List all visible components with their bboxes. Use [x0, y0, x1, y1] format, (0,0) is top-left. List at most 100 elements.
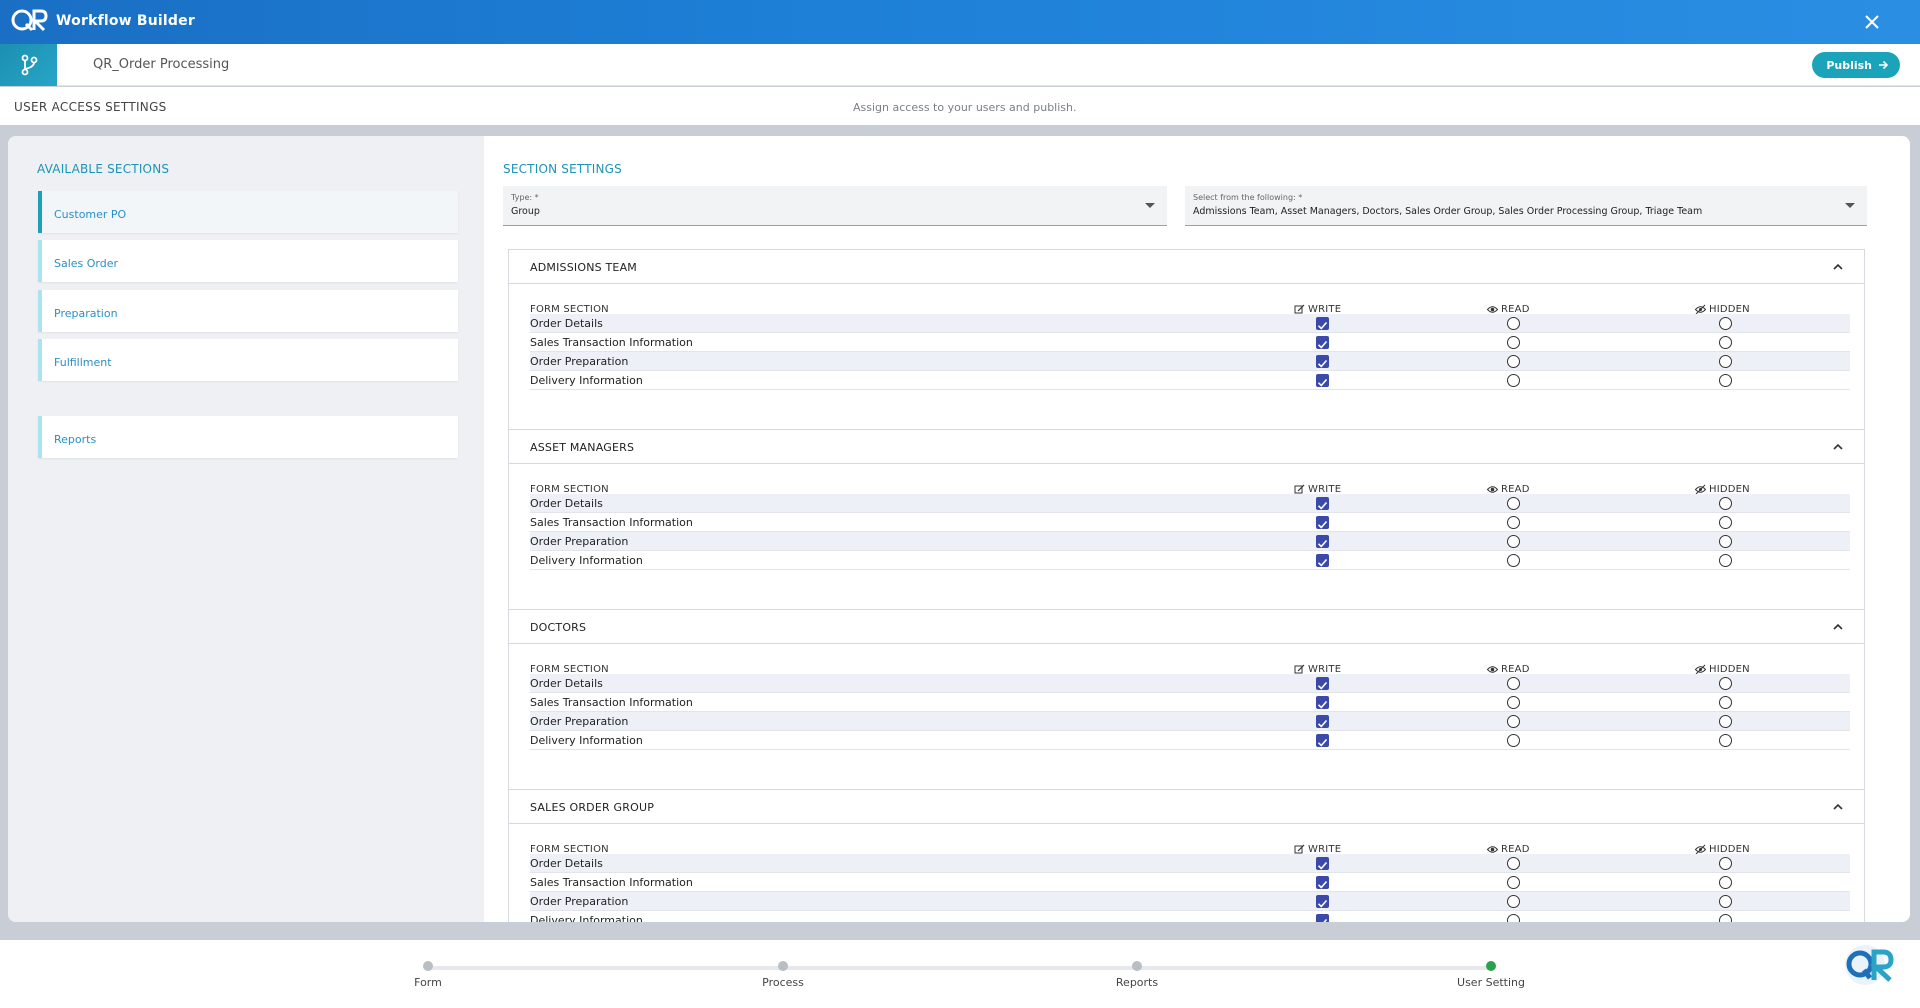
- hidden-radio[interactable]: [1719, 336, 1732, 349]
- check-icon: [1317, 340, 1328, 349]
- group-header[interactable]: ASSET MANAGERS: [509, 430, 1864, 464]
- title-bar: Workflow Builder: [0, 0, 1920, 44]
- group-body: FORM SECTION WRITE READ HIDDEN Order Details…: [509, 284, 1864, 430]
- permission-row: Order Preparation: [530, 352, 1850, 371]
- chevron-up-icon[interactable]: [1832, 441, 1844, 453]
- chevron-up-icon[interactable]: [1832, 261, 1844, 273]
- read-radio[interactable]: [1507, 374, 1520, 387]
- hidden-radio[interactable]: [1719, 914, 1732, 922]
- hidden-radio[interactable]: [1719, 876, 1732, 889]
- read-radio[interactable]: [1507, 895, 1520, 908]
- hidden-radio[interactable]: [1719, 535, 1732, 548]
- read-radio[interactable]: [1507, 715, 1520, 728]
- hidden-radio[interactable]: [1719, 696, 1732, 709]
- step-dot-process[interactable]: [778, 961, 788, 971]
- check-icon: [1317, 539, 1328, 548]
- close-icon[interactable]: [1860, 10, 1884, 34]
- group-header[interactable]: DOCTORS: [509, 610, 1864, 644]
- read-radio[interactable]: [1507, 876, 1520, 889]
- publish-button[interactable]: Publish: [1812, 52, 1900, 78]
- check-icon: [1317, 359, 1328, 368]
- form-section-name: Order Preparation: [530, 535, 629, 548]
- permission-row: Order Preparation: [530, 712, 1850, 731]
- write-checkbox[interactable]: [1316, 317, 1329, 330]
- group-header[interactable]: ADMISSIONS TEAM: [509, 250, 1864, 284]
- type-select[interactable]: Type: * Group: [503, 186, 1167, 226]
- read-radio[interactable]: [1507, 497, 1520, 510]
- write-checkbox[interactable]: [1316, 554, 1329, 567]
- step-dot-reports[interactable]: [1132, 961, 1142, 971]
- section-item-fulfillment[interactable]: Fulfillment: [38, 339, 458, 381]
- section-item-customer-po[interactable]: Customer PO: [38, 191, 458, 233]
- step-dot-form[interactable]: [423, 961, 433, 971]
- read-radio[interactable]: [1507, 857, 1520, 870]
- read-radio[interactable]: [1507, 317, 1520, 330]
- check-icon: [1317, 738, 1328, 747]
- group-title: ASSET MANAGERS: [530, 441, 635, 454]
- arrow-right-icon: [1879, 60, 1888, 70]
- chevron-up-icon[interactable]: [1832, 801, 1844, 813]
- write-checkbox[interactable]: [1316, 497, 1329, 510]
- workflow-branch-icon[interactable]: [0, 44, 57, 86]
- chevron-up-icon[interactable]: [1832, 621, 1844, 633]
- hidden-radio[interactable]: [1719, 677, 1732, 690]
- read-radio[interactable]: [1507, 677, 1520, 690]
- available-sections-pane: AVAILABLE SECTIONS Customer PO Sales Ord…: [8, 136, 484, 922]
- group-title: SALES ORDER GROUP: [530, 801, 655, 814]
- hidden-radio[interactable]: [1719, 355, 1732, 368]
- write-checkbox[interactable]: [1316, 696, 1329, 709]
- check-icon: [1317, 520, 1328, 529]
- read-radio[interactable]: [1507, 355, 1520, 368]
- form-section-name: Order Preparation: [530, 355, 629, 368]
- group-select[interactable]: Select from the following: * Admissions …: [1185, 186, 1867, 226]
- form-section-name: Order Details: [530, 497, 603, 510]
- section-item-reports[interactable]: Reports: [38, 416, 458, 458]
- write-checkbox[interactable]: [1316, 374, 1329, 387]
- permission-row: Order Preparation: [530, 532, 1850, 551]
- hidden-radio[interactable]: [1719, 554, 1732, 567]
- section-item-preparation[interactable]: Preparation: [38, 290, 458, 332]
- read-radio[interactable]: [1507, 554, 1520, 567]
- write-checkbox[interactable]: [1316, 535, 1329, 548]
- hidden-radio[interactable]: [1719, 497, 1732, 510]
- form-section-name: Order Details: [530, 857, 603, 870]
- access-settings-bar: USER ACCESS SETTINGS Assign access to yo…: [0, 87, 1920, 125]
- read-radio[interactable]: [1507, 336, 1520, 349]
- permission-row: Delivery Information: [530, 911, 1850, 922]
- qr-logo-icon: [11, 9, 48, 32]
- write-checkbox[interactable]: [1316, 876, 1329, 889]
- workflow-header: QR_Order Processing Publish: [0, 44, 1920, 86]
- read-radio[interactable]: [1507, 516, 1520, 529]
- write-checkbox[interactable]: [1316, 516, 1329, 529]
- read-radio[interactable]: [1507, 535, 1520, 548]
- qr-logo-icon[interactable]: [1840, 940, 1898, 990]
- read-radio[interactable]: [1507, 696, 1520, 709]
- step-dot-user-setting[interactable]: [1486, 961, 1496, 971]
- hidden-radio[interactable]: [1719, 857, 1732, 870]
- app-title: Workflow Builder: [56, 13, 195, 29]
- scrollbar-track[interactable]: [1910, 136, 1920, 922]
- write-checkbox[interactable]: [1316, 336, 1329, 349]
- write-checkbox[interactable]: [1316, 734, 1329, 747]
- hidden-radio[interactable]: [1719, 895, 1732, 908]
- read-radio[interactable]: [1507, 734, 1520, 747]
- write-checkbox[interactable]: [1316, 914, 1329, 922]
- hidden-radio[interactable]: [1719, 516, 1732, 529]
- hidden-radio[interactable]: [1719, 715, 1732, 728]
- write-checkbox[interactable]: [1316, 355, 1329, 368]
- hidden-radio[interactable]: [1719, 374, 1732, 387]
- write-checkbox[interactable]: [1316, 857, 1329, 870]
- hidden-radio[interactable]: [1719, 317, 1732, 330]
- read-radio[interactable]: [1507, 914, 1520, 922]
- group-header[interactable]: SALES ORDER GROUP: [509, 790, 1864, 824]
- write-checkbox[interactable]: [1316, 715, 1329, 728]
- dropdown-arrow-icon: [1845, 203, 1855, 208]
- write-checkbox[interactable]: [1316, 895, 1329, 908]
- form-section-name: Delivery Information: [530, 554, 643, 567]
- check-icon: [1317, 719, 1328, 728]
- permission-row: Sales Transaction Information: [530, 333, 1850, 352]
- group-body: FORM SECTION WRITE READ HIDDEN Order Details…: [509, 464, 1864, 610]
- write-checkbox[interactable]: [1316, 677, 1329, 690]
- section-item-sales-order[interactable]: Sales Order: [38, 240, 458, 282]
- hidden-radio[interactable]: [1719, 734, 1732, 747]
